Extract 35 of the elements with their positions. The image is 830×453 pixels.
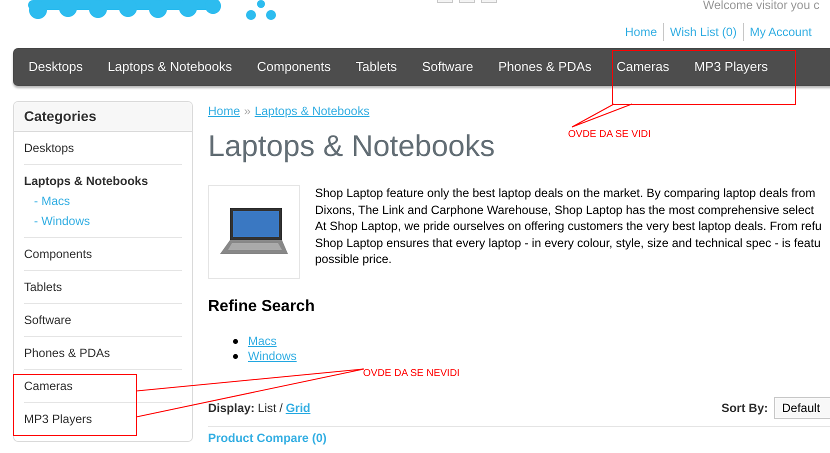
currency-button[interactable] — [459, 0, 475, 3]
welcome-text: Welcome visitor you c — [703, 0, 820, 12]
display-separator: / — [279, 400, 283, 417]
nav-link[interactable]: Laptops & Notebooks — [95, 57, 245, 77]
category-link[interactable]: Tablets — [24, 279, 182, 295]
category-link[interactable]: Desktops — [24, 140, 182, 156]
panel-title: Categories — [24, 107, 96, 126]
category-link[interactable]: Software — [24, 312, 182, 328]
category-link[interactable]: Cameras — [24, 378, 182, 394]
category-description: Shop Laptop feature only the best laptop deals on the market. By comparing laptop deals from Dixons, The Link and Carphone Warehouse, Shop Laptop has the most comprehensive select At Shop Laptop, we pride ourselves on offering customers the very best laptop deals. From refu Shop Laptop ensures that every laptop - in every colour, style, size and technical spec - is featu possible price. — [315, 185, 822, 268]
sort-select[interactable]: Default — [774, 397, 830, 419]
nav-link[interactable]: Phones & PDAs — [486, 57, 604, 77]
leader-line — [570, 103, 634, 129]
annotation-text: OVDE DA SE VIDI — [568, 128, 651, 142]
page-heading: Laptops & Notebooks — [208, 129, 495, 165]
category-link[interactable]: Laptops & Notebooks — [24, 173, 182, 189]
nav-link[interactable]: MP3 Players — [682, 57, 780, 77]
display-option[interactable]: List — [258, 399, 276, 417]
nav-link[interactable]: Tablets — [343, 57, 410, 77]
nav-link[interactable]: Software — [409, 57, 486, 77]
bullet-icon — [233, 354, 238, 359]
sort-label: Sort By: — [721, 400, 768, 417]
display-label: Display: — [208, 400, 255, 417]
category-link[interactable]: Components — [24, 246, 182, 262]
breadcrumb-separator: » — [244, 103, 251, 120]
nav-link[interactable]: Components — [244, 57, 344, 77]
bullet-icon — [233, 339, 238, 344]
section-heading: Refine Search — [208, 297, 316, 317]
nav-link[interactable]: Desktops — [16, 57, 96, 77]
currency-button[interactable] — [481, 0, 497, 3]
category-link[interactable]: MP3 Players — [24, 411, 182, 427]
currency-button[interactable] — [437, 0, 453, 3]
nav-link[interactable]: Cameras — [604, 57, 682, 77]
annotation-text: OVDE DA SE NEVIDI — [363, 367, 460, 381]
category-link[interactable]: Phones & PDAs — [24, 345, 182, 361]
